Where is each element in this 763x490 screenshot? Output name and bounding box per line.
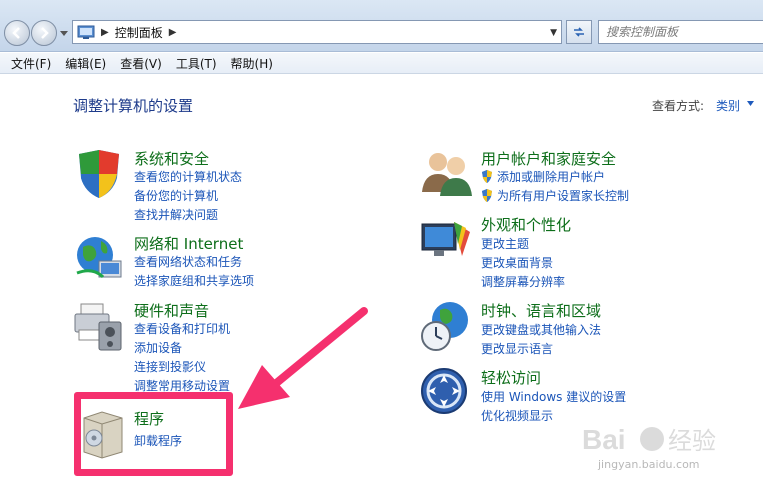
users-icon[interactable] bbox=[420, 148, 472, 200]
link-optimize-video-display[interactable]: 优化视频显示 bbox=[481, 407, 553, 424]
link-parental-controls-label: 为所有用户设置家长控制 bbox=[497, 189, 630, 203]
link-change-input-method[interactable]: 更改键盘或其他输入法 bbox=[481, 321, 601, 338]
view-by-dropdown-icon[interactable] bbox=[747, 101, 754, 106]
menu-file[interactable]: 文件(F) bbox=[4, 55, 58, 72]
menu-help[interactable]: 帮助(H) bbox=[224, 55, 280, 72]
menu-view[interactable]: 查看(V) bbox=[113, 55, 169, 72]
link-screen-resolution[interactable]: 调整屏幕分辨率 bbox=[481, 273, 565, 290]
ease-of-access-icon[interactable] bbox=[420, 367, 472, 419]
menu-tools[interactable]: 工具(T) bbox=[169, 55, 224, 72]
link-change-desktop-background[interactable]: 更改桌面背景 bbox=[481, 254, 553, 271]
annotation-highlight-box bbox=[74, 392, 233, 476]
link-homegroup-sharing[interactable]: 选择家庭组和共享选项 bbox=[134, 272, 254, 289]
category-title-appearance[interactable]: 外观和个性化 bbox=[481, 214, 571, 235]
search-input[interactable]: 搜索控制面板 bbox=[598, 20, 763, 44]
link-change-display-language[interactable]: 更改显示语言 bbox=[481, 340, 553, 357]
appearance-monitor-icon[interactable] bbox=[420, 214, 472, 266]
link-devices-printers[interactable]: 查看设备和打印机 bbox=[134, 320, 230, 337]
uac-shield-icon bbox=[482, 189, 492, 202]
back-arrow-icon bbox=[12, 27, 20, 39]
menu-edit[interactable]: 编辑(E) bbox=[58, 55, 113, 72]
category-title-clock[interactable]: 时钟、语言和区域 bbox=[481, 300, 601, 321]
annotation-arrow-icon bbox=[238, 307, 368, 409]
printer-hardware-icon[interactable] bbox=[73, 300, 125, 352]
security-shield-icon[interactable] bbox=[73, 148, 125, 200]
view-by-selector[interactable]: 类别 bbox=[716, 97, 740, 114]
refresh-button[interactable] bbox=[566, 20, 592, 44]
breadcrumb-separator-icon: ▶ bbox=[101, 26, 109, 38]
page-title: 调整计算机的设置 bbox=[73, 97, 194, 115]
link-troubleshoot[interactable]: 查找并解决问题 bbox=[134, 206, 218, 223]
link-network-status[interactable]: 查看网络状态和任务 bbox=[134, 253, 242, 270]
category-title-hardware[interactable]: 硬件和声音 bbox=[134, 300, 209, 321]
control-panel-icon bbox=[77, 25, 95, 39]
link-change-theme[interactable]: 更改主题 bbox=[481, 235, 529, 252]
forward-arrow-icon bbox=[41, 27, 49, 39]
link-backup-computer[interactable]: 备份您的计算机 bbox=[134, 187, 218, 204]
forward-button[interactable] bbox=[31, 20, 57, 46]
back-button[interactable] bbox=[4, 20, 30, 46]
baidu-watermark-logo: Bai 经验 bbox=[582, 424, 716, 455]
link-view-computer-status[interactable]: 查看您的计算机状态 bbox=[134, 168, 242, 185]
category-title-system-security[interactable]: 系统和安全 bbox=[134, 148, 209, 169]
link-add-remove-accounts[interactable]: 添加或删除用户帐户 bbox=[481, 168, 605, 185]
refresh-icon bbox=[574, 27, 584, 37]
breadcrumb-chevron-icon[interactable]: ▶ bbox=[169, 27, 177, 38]
category-title-ease-of-access[interactable]: 轻松访问 bbox=[481, 367, 541, 388]
watermark-url: jingyan.baidu.com bbox=[598, 458, 700, 471]
clock-globe-icon[interactable] bbox=[420, 300, 472, 352]
address-dropdown-icon[interactable]: ▼ bbox=[550, 28, 557, 38]
view-by-label: 查看方式: bbox=[652, 99, 705, 113]
link-parental-controls[interactable]: 为所有用户设置家长控制 bbox=[481, 187, 629, 204]
category-title-user-accounts[interactable]: 用户帐户和家庭安全 bbox=[481, 148, 616, 169]
menu-bar: 文件(F) 编辑(E) 查看(V) 工具(T) 帮助(H) bbox=[0, 53, 763, 74]
link-windows-recommended-settings[interactable]: 使用 Windows 建议的设置 bbox=[481, 388, 626, 405]
address-bar[interactable]: ▶ 控制面板 ▶ ▼ bbox=[72, 20, 562, 44]
navigation-bar: ▶ 控制面板 ▶ ▼ 搜索控制面板 bbox=[0, 0, 763, 52]
link-add-remove-accounts-label: 添加或删除用户帐户 bbox=[497, 170, 606, 184]
svg-text:Bai: Bai bbox=[582, 424, 626, 455]
network-globe-icon[interactable] bbox=[73, 233, 125, 285]
category-title-network[interactable]: 网络和 Internet bbox=[134, 233, 243, 254]
recent-pages-dropdown-icon[interactable] bbox=[60, 29, 68, 37]
uac-shield-icon bbox=[482, 170, 492, 183]
link-connect-projector[interactable]: 连接到投影仪 bbox=[134, 358, 206, 375]
svg-text:经验: 经验 bbox=[668, 427, 716, 455]
link-add-device[interactable]: 添加设备 bbox=[134, 339, 182, 356]
breadcrumb-control-panel[interactable]: 控制面板 bbox=[115, 24, 163, 41]
